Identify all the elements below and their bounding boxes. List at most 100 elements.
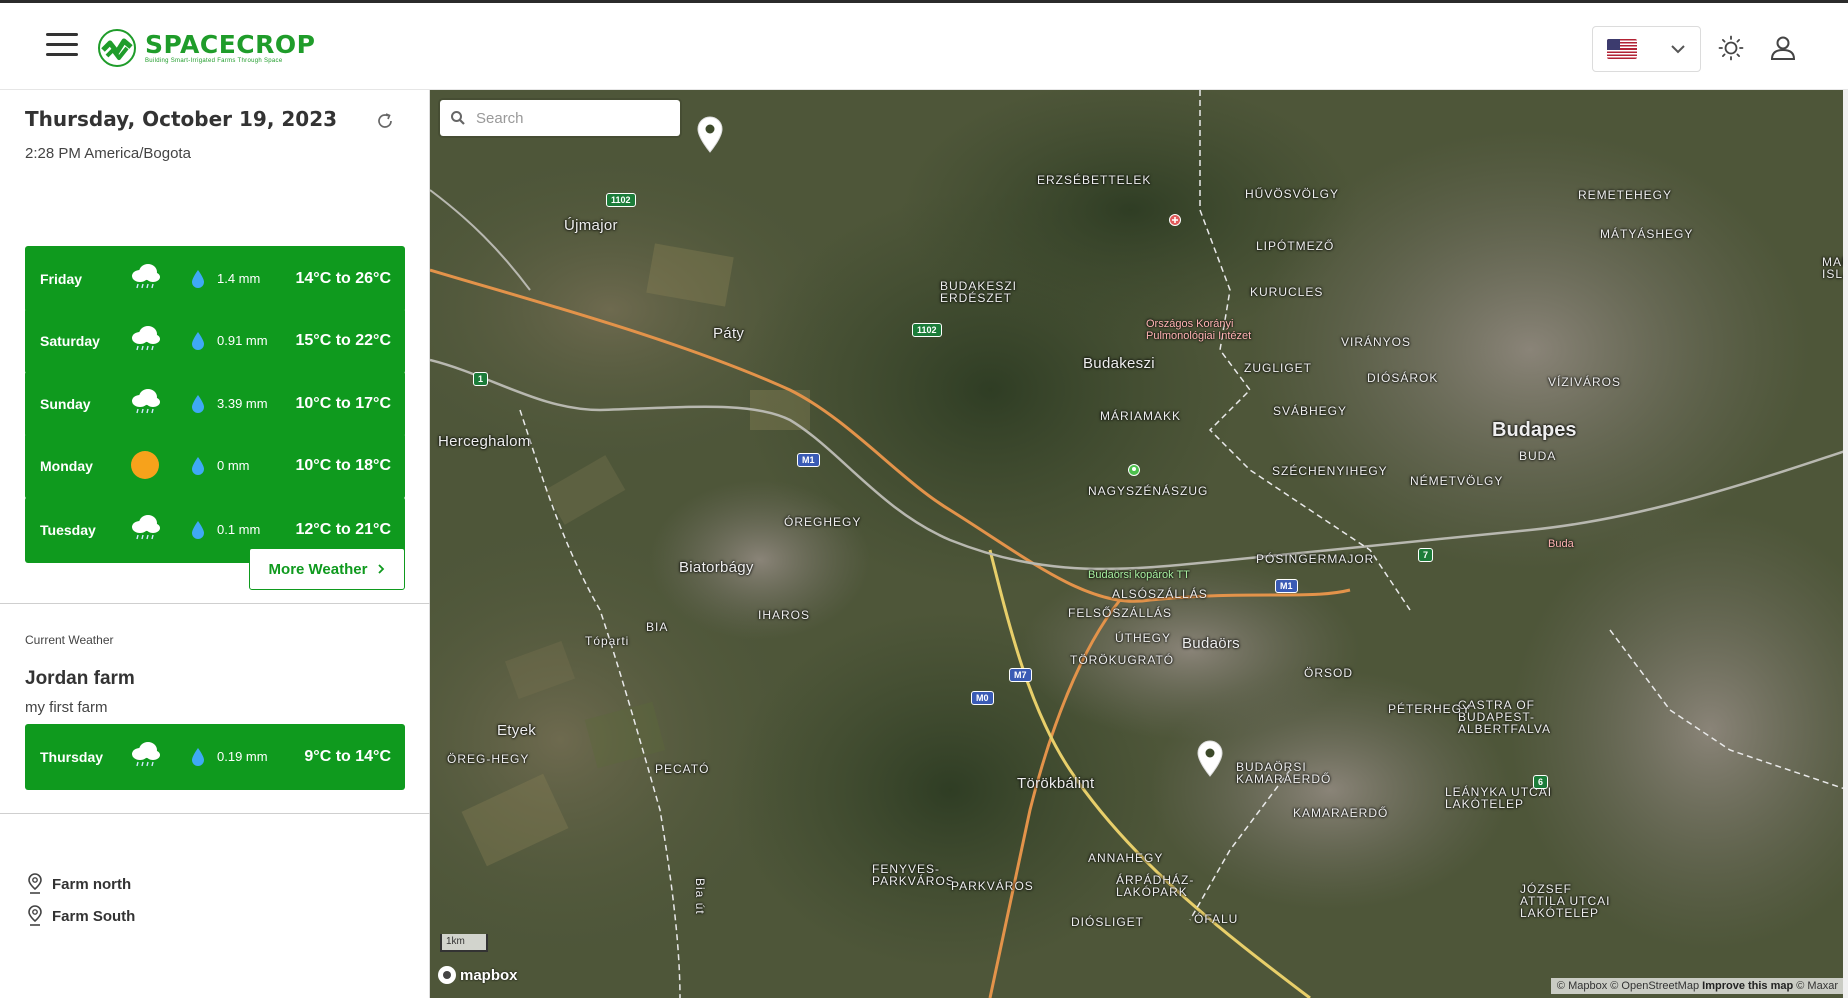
search-icon — [451, 111, 465, 125]
farm-name: Jordan farm — [25, 668, 135, 689]
road-badge: 1 — [473, 372, 489, 386]
improve-map-link[interactable]: Improve this map — [1702, 980, 1793, 992]
map-place-label: ÓFALU — [1194, 912, 1239, 926]
current-date: Thursday, October 19, 2023 — [25, 107, 338, 131]
divider — [0, 603, 430, 604]
raindrop-icon — [192, 457, 204, 475]
raindrop-icon — [192, 395, 204, 413]
refresh-icon[interactable] — [375, 111, 395, 131]
map-place-label: PECATÓ — [655, 762, 710, 776]
farm-marker-pin-icon[interactable] — [696, 116, 724, 154]
map-place-label: VIRÁNYOS — [1341, 335, 1412, 349]
map-place-label: KURUCLES — [1250, 285, 1324, 299]
map-place-label: VÍZIVÁROS — [1548, 375, 1622, 389]
road-badge: 6 — [1533, 775, 1549, 789]
map-place-label: Országos Korányi Pulmonológiai Intézet — [1146, 318, 1252, 342]
map-attribution[interactable]: © Mapbox © OpenStreetMap Improve this ma… — [1550, 978, 1844, 994]
location-pin-icon — [28, 873, 42, 894]
road-badge: 1102 — [912, 323, 942, 337]
theme-sun-icon[interactable] — [1716, 33, 1746, 63]
map-place-label: ÚTHEGY — [1115, 631, 1172, 645]
map-place-label: ÓREGHEGY — [784, 515, 862, 529]
rain-cloud-icon — [132, 742, 160, 767]
map-place-label: SZÉCHENYIHEGY — [1272, 464, 1388, 478]
current-weather-card[interactable]: Thursday 0.19 mm 9°C to 14°C — [25, 724, 405, 790]
map-place-label: Újmajor — [564, 217, 618, 234]
forecast-card[interactable]: Monday 0 mm 10°C to 18°C — [25, 433, 405, 499]
satellite-map[interactable]: ERZSÉBETTELEK HŰVÖSVÖLGY REMETEHEGY Újmajor… — [430, 90, 1848, 998]
park-icon[interactable] — [1128, 464, 1140, 476]
map-place-label: SVÁBHEGY — [1273, 404, 1348, 418]
map-place-label: JÓZSEF ATTILA UTCAI LAKÓTELEP — [1520, 882, 1611, 920]
map-place-label: FENYVES- PARKVÁROS — [872, 862, 955, 888]
temperature-range: 14°C to 26°C — [295, 270, 392, 287]
mapbox-logo[interactable]: mapbox — [438, 966, 518, 984]
map-place-label: Budaörsi kopárok TT — [1088, 569, 1190, 581]
map-place-label: REMETEHEGY — [1578, 188, 1673, 202]
map-place-label: Buda — [1548, 538, 1574, 550]
search-input[interactable] — [476, 109, 666, 127]
more-weather-button[interactable]: More Weather — [249, 548, 405, 590]
chevron-down-icon — [1671, 45, 1685, 54]
map-place-label: PÓSINGERMAJOR — [1256, 552, 1375, 566]
top-bar: SPACECROP Building Smart-Irrigated Farms… — [0, 0, 1848, 90]
divider — [0, 813, 430, 814]
hospital-icon[interactable] — [1169, 214, 1181, 226]
farm-link-label: Farm South — [52, 907, 136, 925]
farm-description: my first farm — [25, 699, 108, 716]
map-search-box[interactable] — [440, 100, 680, 136]
weather-day: Sunday — [40, 396, 91, 412]
brand-name: SPACECROP — [145, 30, 316, 59]
raindrop-icon — [192, 332, 204, 350]
map-place-label: Etyek — [497, 722, 537, 739]
mapbox-label: mapbox — [460, 966, 518, 984]
map-place-label: MÁRIAMAKK — [1100, 409, 1182, 423]
map-place-label: TÖRÖKUGRATÓ — [1070, 653, 1175, 667]
rain-amount: 0 mm — [217, 458, 250, 473]
road-badge: 1102 — [606, 193, 636, 207]
rain-cloud-icon — [132, 264, 160, 289]
us-flag-icon — [1607, 39, 1637, 59]
map-place-label: PARKVÁROS — [951, 879, 1034, 893]
map-place-label: LIPÓTMEZŐ — [1256, 239, 1335, 253]
map-place-label: Budakeszi — [1083, 355, 1155, 372]
current-weather-label: Current Weather — [25, 633, 114, 647]
forecast-card[interactable]: Sunday 3.39 mm 10°C to 17°C — [25, 371, 405, 437]
sidebar: Thursday, October 19, 2023 2:28 PM Ameri… — [0, 90, 430, 998]
forecast-card[interactable]: Saturday 0.91 mm 15°C to 22°C — [25, 308, 405, 374]
map-place-label: BUDAÖRSI KAMARAERDŐ — [1236, 760, 1332, 786]
road-badge: 7 — [1418, 548, 1434, 562]
raindrop-icon — [192, 521, 204, 539]
map-place-label: ÁRPÁDHÁZ- LAKÓPARK — [1116, 873, 1195, 899]
farm-link-north[interactable]: Farm north — [27, 873, 131, 895]
map-place-label: NÉMETVÖLGY — [1410, 474, 1504, 488]
rain-cloud-icon — [132, 515, 160, 540]
map-place-label: BIA — [646, 620, 669, 634]
temperature-range: 15°C to 22°C — [295, 332, 392, 349]
rain-cloud-icon — [132, 389, 160, 414]
page-scrollbar[interactable] — [1843, 90, 1848, 998]
menu-icon[interactable] — [46, 33, 78, 57]
rain-amount: 1.4 mm — [217, 271, 261, 286]
farm-marker-pin-icon[interactable] — [1196, 740, 1224, 778]
map-place-label: Budapes — [1492, 419, 1577, 441]
map-place-label: CASTRA OF BUDAPEST- ALBERTFALVA — [1458, 698, 1552, 736]
map-place-label: MÁTYÁSHEGY — [1600, 227, 1694, 241]
user-icon[interactable] — [1768, 33, 1798, 63]
rain-amount: 0.91 mm — [217, 333, 268, 348]
map-place-label: Herceghalom — [438, 433, 531, 450]
map-place-label: Budaörs — [1182, 635, 1240, 652]
map-place-label: Törökbálint — [1017, 775, 1095, 792]
map-place-label: ANNAHEGY — [1088, 851, 1164, 865]
weather-day: Saturday — [40, 333, 100, 349]
language-select[interactable] — [1592, 26, 1701, 72]
current-time: 2:28 PM America/Bogota — [25, 145, 191, 162]
map-place-label: HŰVÖSVÖLGY — [1245, 187, 1340, 201]
forecast-card[interactable]: Friday 1.4 mm 14°C to 26°C — [25, 246, 405, 312]
rain-amount: 3.39 mm — [217, 396, 268, 411]
brand-logo[interactable]: SPACECROP Building Smart-Irrigated Farms… — [97, 27, 315, 69]
map-place-label: BUDA — [1519, 449, 1557, 463]
more-weather-label: More Weather — [268, 560, 368, 578]
farm-link-south[interactable]: Farm South — [27, 905, 135, 927]
road-badge: M1 — [797, 453, 820, 467]
